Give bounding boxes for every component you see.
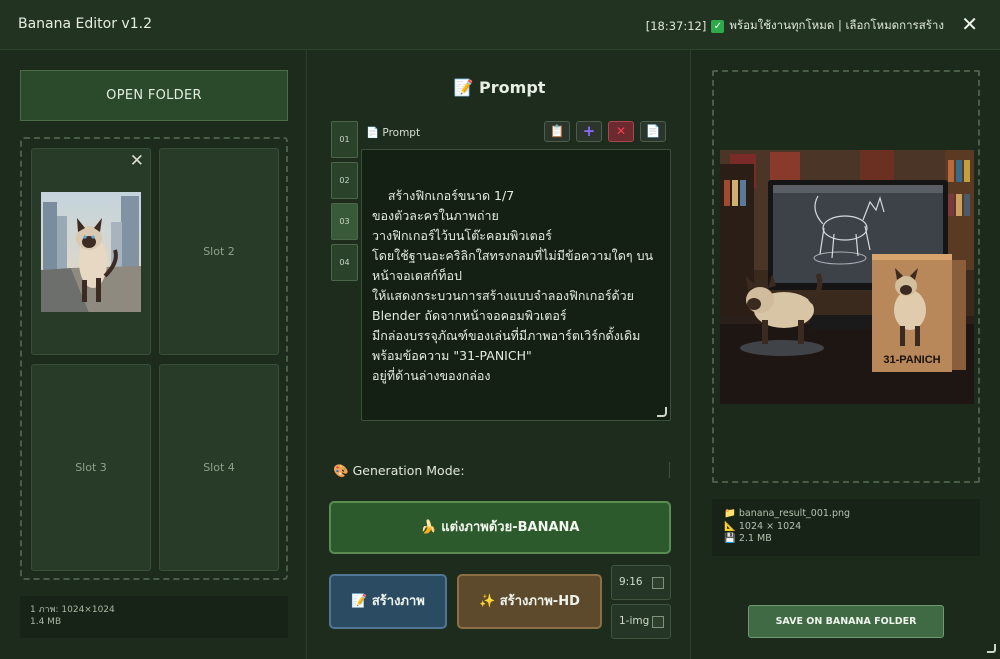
result-image[interactable]: 31-PANICH <box>720 150 974 404</box>
slot-label: Slot 3 <box>75 461 107 474</box>
slot-label: Slot 2 <box>203 245 235 258</box>
file-size: 2.1 MB <box>738 533 772 544</box>
result-preview-frame: 31-PANICH <box>712 70 980 483</box>
create-image-button[interactable]: 📝 สร้างภาพ <box>329 574 447 629</box>
prompt-tab-03[interactable]: 03 <box>331 203 358 240</box>
file-name-row: 📁 banana_result_001.png <box>724 508 968 521</box>
title-bar: Banana Editor v1.2 [18:37:12] ✓ พร้อมใช้… <box>0 0 1000 50</box>
new-document-button[interactable]: 📄 <box>640 121 666 142</box>
status-bar: [18:37:12] ✓ พร้อมใช้งานทุกโหมด | เลือกโ… <box>646 17 944 35</box>
file-name: banana_result_001.png <box>738 508 851 519</box>
status-text: พร้อมใช้งานทุกโหมด | เลือกโหมดการสร้าง <box>729 18 944 32</box>
aspect-ratio-label: 9:16 <box>619 576 643 588</box>
input-size: 1.4 MB <box>30 617 62 627</box>
slot-label: Slot 4 <box>203 461 235 474</box>
remove-image-icon[interactable]: ✕ <box>130 151 144 171</box>
prompt-tab-04[interactable]: 04 <box>331 244 358 281</box>
aspect-ratio-option[interactable]: 9:16 <box>611 565 671 600</box>
resize-handle[interactable] <box>657 407 667 417</box>
create-hd-image-button[interactable]: ✨ สร้างภาพ-HD <box>457 574 602 629</box>
cat-photo-thumbnail <box>41 192 141 312</box>
window-resize-grip[interactable] <box>987 644 996 653</box>
clear-prompt-button[interactable]: ✕ <box>608 121 634 142</box>
prompt-title: Prompt <box>479 78 546 97</box>
paste-button[interactable]: 📋 <box>544 121 570 142</box>
input-count: 1 ภาพ: 1024×1024 <box>30 605 115 615</box>
image-slots-dropzone[interactable]: ✕ Slot 2 Slot 3 Slot 4 <box>20 137 288 580</box>
image-slot-1[interactable]: ✕ <box>31 148 151 355</box>
banana-edit-button[interactable]: 🍌 แต่งภาพด้วย-BANANA <box>329 501 671 554</box>
file-dims-row: 📐 1024 × 1024 <box>724 521 968 534</box>
divider <box>669 462 670 478</box>
file-size-row: 💾 2.1 MB <box>724 533 968 546</box>
folder-icon: 📁 <box>724 508 736 519</box>
disk-icon: 💾 <box>724 533 736 544</box>
status-time: [18:37:12] <box>645 19 707 33</box>
image-count-option[interactable]: 1-img <box>611 604 671 639</box>
prompt-textarea[interactable]: สร้างฟิกเกอร์ขนาด 1/7 ของตัวละครในภาพถ่า… <box>361 149 671 421</box>
aspect-ratio-checkbox[interactable] <box>652 577 664 589</box>
image-slot-4[interactable]: Slot 4 <box>159 364 279 571</box>
close-icon[interactable]: ✕ <box>961 12 978 36</box>
prompt-label-text: Prompt <box>382 127 421 139</box>
prompt-field-label: 📄 Prompt <box>366 126 420 139</box>
save-button[interactable]: SAVE ON BANANA FOLDER <box>748 605 944 638</box>
input-panel: OPEN FOLDER ✕ Slot 2 Slot 3 Slot 4 1 ภาพ… <box>0 50 307 659</box>
generation-mode-text: Generation Mode: <box>352 463 465 478</box>
document-icon: 📄 <box>366 127 380 139</box>
memo-icon: 📝 <box>453 78 474 97</box>
input-info: 1 ภาพ: 1024×1024 1.4 MB <box>20 596 288 638</box>
open-folder-button[interactable]: OPEN FOLDER <box>20 70 288 121</box>
prompt-tab-01[interactable]: 01 <box>331 121 358 158</box>
check-icon: ✓ <box>711 19 725 33</box>
app-title: Banana Editor v1.2 <box>18 16 152 32</box>
prompt-text: สร้างฟิกเกอร์ขนาด 1/7 ของตัวละครในภาพถ่า… <box>372 188 654 383</box>
image-count-checkbox[interactable] <box>652 616 664 628</box>
image-slot-2[interactable]: Slot 2 <box>159 148 279 355</box>
image-slot-3[interactable]: Slot 3 <box>31 364 151 571</box>
result-panel: 31-PANICH 📁 banana_result_001.png 📐 1024… <box>692 50 1000 659</box>
result-file-info: 📁 banana_result_001.png 📐 1024 × 1024 💾 … <box>712 499 980 556</box>
prompt-panel: 📝 Prompt 01 02 03 04 📄 Prompt 📋 + ✕ 📄 สร… <box>308 50 691 659</box>
palette-icon: 🎨 <box>333 463 349 478</box>
add-prompt-button[interactable]: + <box>576 121 602 142</box>
prompt-tab-02[interactable]: 02 <box>331 162 358 199</box>
prompt-section-title: 📝 Prompt <box>308 78 691 97</box>
image-count-label: 1-img <box>619 615 650 627</box>
generation-mode-label: 🎨 Generation Mode: <box>333 463 465 479</box>
ruler-icon: 📐 <box>724 520 736 532</box>
box-label-text: 31-PANICH <box>883 354 940 366</box>
file-dimensions: 1024 × 1024 <box>738 520 802 532</box>
